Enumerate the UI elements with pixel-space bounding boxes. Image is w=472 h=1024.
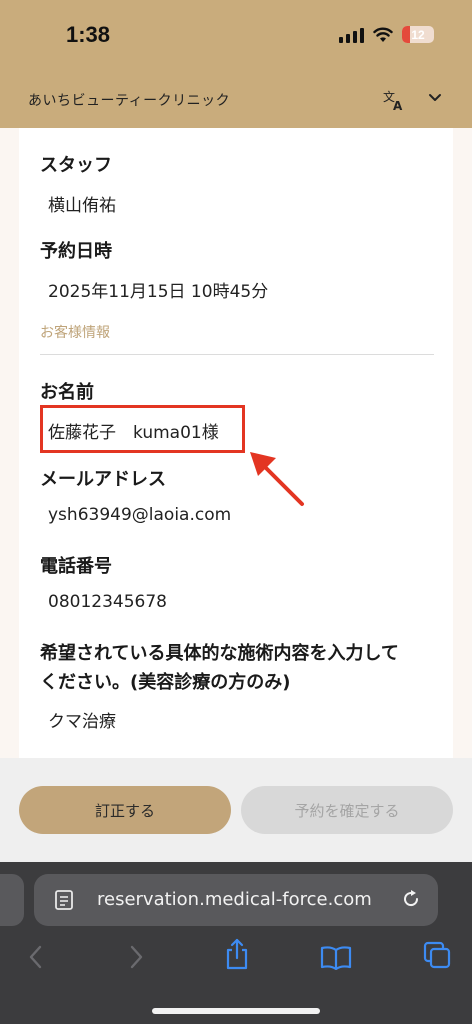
svg-text:A: A — [393, 99, 403, 112]
app-header: 1:38 12 あいちビューティークリニック 文 A — [0, 0, 472, 128]
annotation-highlight-box — [40, 405, 245, 453]
cellular-signal-icon — [339, 27, 364, 43]
share-icon[interactable] — [224, 938, 250, 970]
datetime-value: 2025年11月15日 10時45分 — [48, 282, 269, 302]
tabs-icon[interactable] — [422, 940, 452, 970]
chevron-down-icon[interactable] — [428, 93, 442, 103]
home-indicator — [152, 1008, 320, 1014]
site-name: あいちビューティークリニック — [28, 93, 231, 109]
annotation-arrow-icon — [250, 452, 304, 506]
customer-info-section-title: お客様情報 — [40, 325, 110, 341]
correct-button[interactable]: 訂正する — [19, 786, 231, 834]
phone-value: 08012345678 — [48, 592, 167, 612]
back-icon[interactable] — [26, 944, 46, 970]
status-time: 1:38 — [66, 22, 111, 47]
staff-value: 横山侑祐 — [48, 196, 116, 216]
treatment-value: クマ治療 — [48, 712, 116, 732]
treatment-label-line1: 希望されている具体的な施術内容を入力して — [40, 643, 399, 664]
datetime-label: 予約日時 — [40, 241, 112, 262]
bookmarks-icon[interactable] — [320, 944, 352, 970]
status-indicators: 12 — [339, 26, 434, 43]
email-label: メールアドレス — [40, 469, 166, 490]
page-settings-icon[interactable] — [54, 889, 74, 911]
wifi-icon — [373, 27, 393, 42]
staff-label: スタッフ — [40, 155, 112, 176]
battery-icon: 12 — [402, 26, 434, 43]
phone-label: 電話番号 — [40, 556, 112, 577]
reload-icon[interactable] — [400, 888, 422, 910]
confirm-reservation-button[interactable]: 予約を確定する — [241, 786, 453, 834]
previous-tab-preview[interactable] — [0, 874, 24, 926]
forward-icon[interactable] — [126, 944, 146, 970]
battery-level: 12 — [411, 27, 425, 42]
translate-icon[interactable]: 文 A — [382, 88, 406, 112]
url-text[interactable]: reservation.medical-force.com — [97, 889, 372, 910]
name-label: お名前 — [40, 382, 94, 403]
treatment-label-line2: ください。(美容診療の方のみ) — [40, 672, 291, 693]
divider — [40, 354, 434, 355]
email-value: ysh63949@laoia.com — [48, 505, 232, 525]
